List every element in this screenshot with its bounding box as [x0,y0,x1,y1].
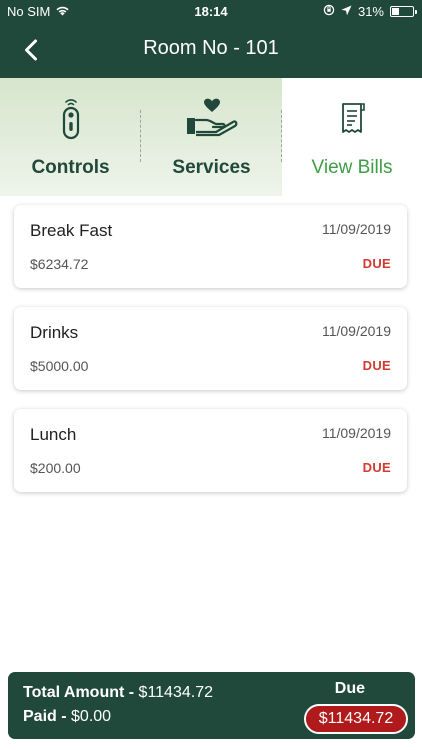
page-title: Room No - 101 [143,37,279,59]
bill-status-badge: DUE [362,460,391,475]
bill-card[interactable]: Drinks 11/09/2019 $5000.00 DUE [14,307,407,390]
bill-name: Drinks [30,323,79,342]
paid-label: Paid - [23,708,67,725]
nav-bar: Room No - 101 [0,22,422,78]
battery-percent: 31% [357,4,384,19]
orientation-lock-icon [323,4,335,19]
battery-level [392,8,399,15]
bill-date: 11/09/2019 [321,323,391,339]
tab-controls[interactable]: Controls [0,78,141,196]
bill-card[interactable]: Break Fast 11/09/2019 $6234.72 DUE [14,205,407,288]
total-amount-label: Total Amount - [23,684,135,701]
total-amount-row: Total Amount - $11434.72 [23,684,213,702]
remote-control-icon [0,96,141,140]
location-arrow-icon [341,4,352,19]
bill-amount: $200.00 [30,460,81,476]
bill-name: Lunch [30,425,77,444]
bill-status-badge: DUE [362,256,391,271]
due-label: Due [334,680,365,697]
bill-summary-footer: Total Amount - $11434.72 Paid - $0.00 Du… [8,672,415,739]
tab-bar: Controls Services View Bills [0,78,422,196]
tab-services-label: Services [172,157,251,178]
bill-date: 11/09/2019 [321,221,391,237]
bill-amount: $5000.00 [30,358,89,374]
paid-value: $0.00 [71,708,112,725]
bill-list: Break Fast 11/09/2019 $6234.72 DUE Drink… [14,205,407,511]
battery-icon [390,6,417,17]
tab-services[interactable]: Services [141,78,282,196]
receipt-icon [282,96,422,140]
total-amount-value: $11434.72 [138,684,213,701]
tab-view-bills-label: View Bills [311,157,393,178]
bill-name: Break Fast [30,221,113,240]
bill-card[interactable]: Lunch 11/09/2019 $200.00 DUE [14,409,407,492]
bill-date: 11/09/2019 [321,425,391,441]
bill-amount: $6234.72 [30,256,89,272]
hand-heart-icon [141,96,282,140]
paid-row: Paid - $0.00 [23,708,111,726]
status-bar: No SIM 18:14 31% [0,0,422,22]
due-amount-button[interactable]: $11434.72 [304,704,408,734]
bill-status-badge: DUE [362,358,391,373]
status-right-group: 31% [323,4,417,19]
tab-view-bills[interactable]: View Bills [282,78,422,196]
tab-controls-label: Controls [31,157,110,178]
